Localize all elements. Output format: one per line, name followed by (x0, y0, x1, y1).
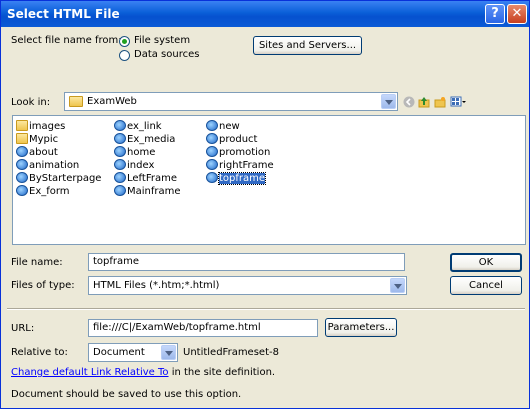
help-button[interactable]: ? (485, 4, 505, 24)
ie-icon (206, 172, 218, 183)
relative-to-label: Relative to: (11, 347, 68, 358)
relative-to-select[interactable]: Document (88, 343, 178, 362)
ie-icon (114, 146, 126, 157)
document-name: UntitledFrameset-8 (183, 347, 279, 358)
list-item[interactable]: ByStarterpage (16, 172, 101, 185)
list-item-selected[interactable]: topframe (206, 172, 267, 185)
list-item[interactable]: index (114, 159, 154, 172)
ie-icon (16, 159, 28, 170)
folder-icon (16, 133, 28, 144)
list-item[interactable]: LeftFrame (114, 172, 177, 185)
list-item[interactable]: images (16, 120, 65, 133)
divider (7, 308, 525, 310)
change-link-relative-link[interactable]: Change default Link Relative To (11, 367, 169, 378)
files-of-type-value: HTML Files (*.htm;*.html) (93, 280, 220, 291)
ie-icon (114, 159, 126, 170)
chevron-down-icon[interactable] (390, 278, 405, 293)
save-note: Document should be saved to use this opt… (11, 389, 242, 400)
url-label: URL: (11, 323, 35, 334)
view-menu-icon[interactable] (450, 96, 466, 108)
list-item[interactable]: new (206, 120, 240, 133)
look-in-label: Look in: (11, 97, 51, 108)
list-item[interactable]: about (16, 146, 58, 159)
ie-icon (16, 146, 28, 157)
data-sources-label[interactable]: Data sources (134, 49, 199, 60)
hint-text: Change default Link Relative To in the s… (11, 367, 275, 378)
dialog-title: Select HTML File (7, 7, 120, 21)
select-html-file-dialog: Select HTML File ? ✕ Select file name fr… (0, 0, 530, 409)
ie-icon (16, 185, 28, 196)
new-folder-icon[interactable] (434, 96, 446, 108)
file-system-radio[interactable] (119, 36, 130, 47)
close-button[interactable]: ✕ (507, 4, 527, 24)
up-folder-icon[interactable] (418, 96, 430, 108)
files-of-type-select[interactable]: HTML Files (*.htm;*.html) (88, 276, 407, 295)
file-system-label[interactable]: File system (134, 35, 190, 46)
files-of-type-label: Files of type: (11, 280, 75, 291)
ie-icon (206, 146, 218, 157)
look-in-value: ExamWeb (87, 96, 137, 107)
file-name-input[interactable]: topframe (88, 253, 405, 271)
data-sources-radio[interactable] (119, 50, 130, 61)
ie-icon (206, 133, 218, 144)
chevron-down-icon[interactable] (161, 345, 176, 360)
back-icon[interactable] (403, 96, 415, 108)
chevron-down-icon[interactable] (381, 94, 396, 109)
folder-icon (16, 120, 28, 131)
list-item[interactable]: promotion (206, 146, 270, 159)
list-item[interactable]: Mainframe (114, 185, 181, 198)
list-item[interactable]: rightFrame (206, 159, 274, 172)
title-bar[interactable]: Select HTML File ? ✕ (1, 1, 529, 27)
parameters-button[interactable]: Parameters... (325, 318, 397, 337)
list-item[interactable]: animation (16, 159, 79, 172)
source-label: Select file name from: (11, 35, 122, 46)
list-item[interactable]: Ex_media (114, 133, 175, 146)
ok-button[interactable]: OK (450, 253, 522, 272)
look-in-select[interactable]: ExamWeb (64, 92, 398, 111)
ie-icon (114, 172, 126, 183)
ie-icon (114, 133, 126, 144)
relative-to-value: Document (93, 347, 145, 358)
cancel-button[interactable]: Cancel (450, 276, 522, 295)
list-item[interactable]: ex_link (114, 120, 162, 133)
ie-icon (206, 120, 218, 131)
url-input[interactable]: file:///C|/ExamWeb/topframe.html (88, 319, 318, 337)
hint-rest: in the site definition. (168, 367, 276, 378)
folder-icon (69, 96, 83, 107)
list-item[interactable]: product (206, 133, 257, 146)
ie-icon (114, 185, 126, 196)
ie-icon (206, 159, 218, 170)
list-item[interactable]: home (114, 146, 155, 159)
sites-and-servers-button[interactable]: Sites and Servers... (253, 36, 362, 55)
list-item[interactable]: Mypic (16, 133, 58, 146)
ie-icon (16, 172, 28, 183)
file-list[interactable]: images Mypic about animation ByStarterpa… (12, 115, 526, 245)
ie-icon (114, 120, 126, 131)
list-item[interactable]: Ex_form (16, 185, 70, 198)
file-name-label: File name: (11, 257, 63, 268)
